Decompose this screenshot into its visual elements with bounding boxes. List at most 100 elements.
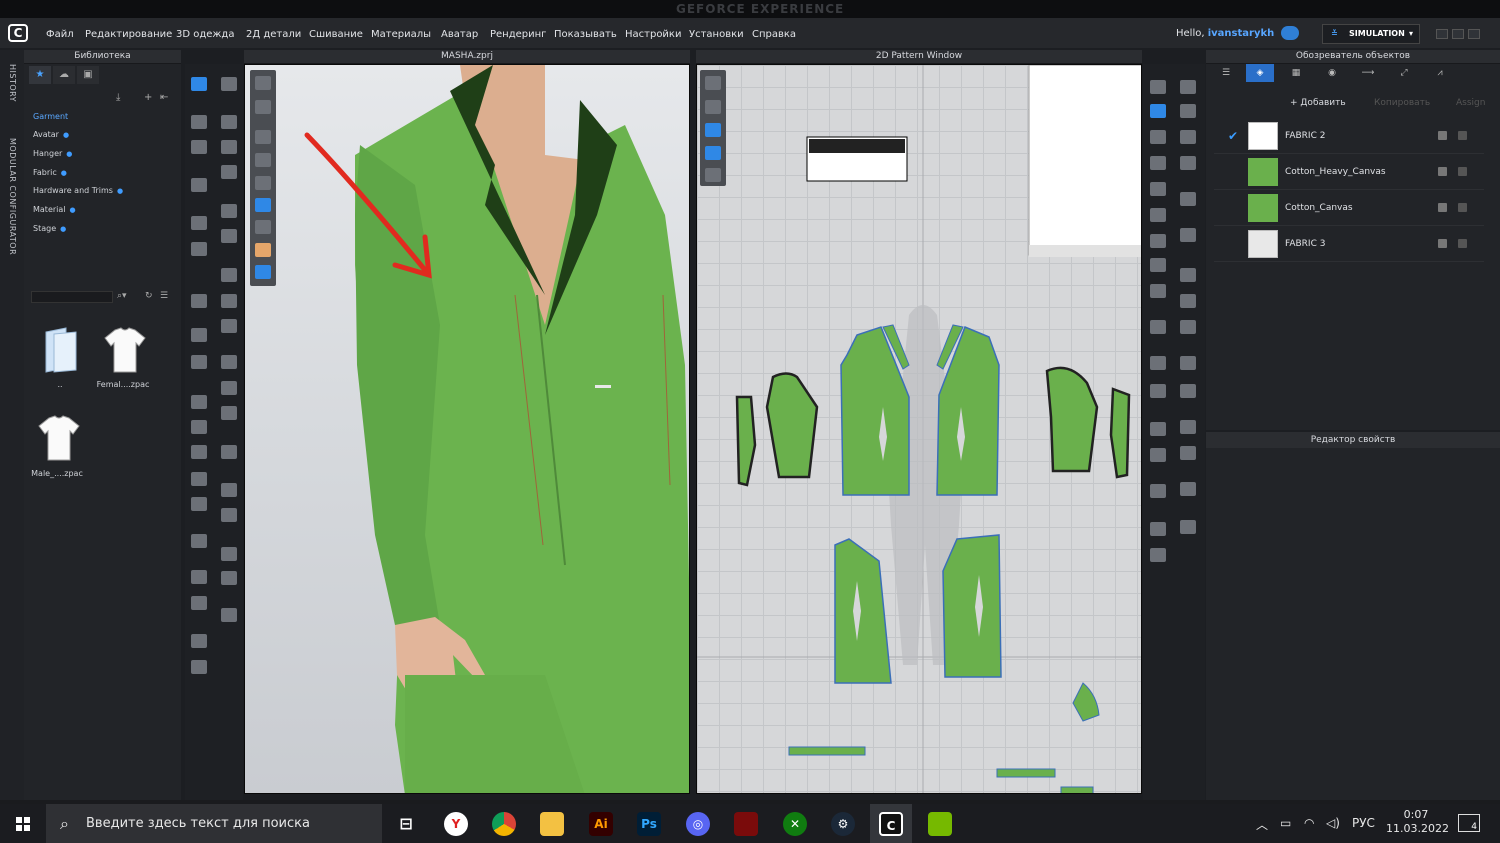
graphic-2d-icon[interactable] [1150,522,1166,536]
offset-icon[interactable] [1150,208,1166,222]
volume-icon[interactable]: ◁) [1326,816,1340,830]
square-icon[interactable] [221,571,237,585]
trim-2d-icon[interactable] [1180,482,1196,496]
edit-icon[interactable] [1438,167,1447,176]
arrangement-view-icon[interactable] [255,220,271,234]
strengthen-icon[interactable] [191,140,207,154]
add-folder-icon[interactable]: + [144,92,152,103]
measure-icon[interactable] [221,140,237,154]
polygon-tool-icon[interactable] [1150,130,1166,144]
fabric-row[interactable]: Cotton_Heavy_Canvas [1214,156,1484,190]
fabric-row[interactable]: ✔ FABRIC 2 [1214,120,1484,154]
menu-preferences[interactable]: Установки [689,29,744,40]
annotation-text-icon[interactable] [1150,422,1166,436]
menu-display[interactable]: Показывать [554,29,617,40]
topstitch-icon[interactable] [221,406,237,420]
add-button[interactable]: + Добавить [1290,98,1346,108]
cut-icon[interactable] [221,229,237,243]
texture-view-icon[interactable] [255,76,271,90]
pattern-display-icon[interactable] [705,76,721,90]
seam-line-icon[interactable] [221,204,237,218]
rectangle-tool-icon[interactable] [1180,130,1196,144]
menu-materials[interactable]: Материалы [371,29,431,40]
settings-dot-icon[interactable]: ● [117,187,123,195]
tshirt-icon[interactable] [37,414,81,462]
segment-sewing-icon[interactable] [1150,234,1166,248]
list-view-icon[interactable]: ☰ [160,291,168,301]
notification-center-icon[interactable]: 4 [1458,814,1480,832]
library-item-hanger[interactable]: Hanger ● [33,149,72,158]
settings-dot-icon[interactable]: ● [61,169,67,177]
annotation-icon[interactable] [1150,448,1166,462]
close-button[interactable] [1468,29,1480,39]
menu-2d-pattern[interactable]: 2Д детали [246,29,301,40]
piping-icon[interactable] [191,395,207,409]
nvidia-icon[interactable] [928,812,952,836]
2d-pattern-viewport[interactable] [696,64,1142,794]
globe-view-icon[interactable] [255,265,271,279]
fabric-icon[interactable] [221,294,237,308]
steam-icon[interactable]: ⚙ [831,812,855,836]
zipper-tab-icon[interactable]: ⤢ [1390,64,1418,82]
search-icon[interactable]: ⌕▾ [117,291,127,301]
ruler-icon[interactable] [1180,356,1196,370]
favorites-icon[interactable]: ★ [29,66,51,84]
free-sewing-icon[interactable] [1150,258,1166,272]
simulation-mode-dropdown[interactable]: ≚ SIMULATION ▾ [1322,24,1420,44]
tack-icon[interactable] [1150,284,1166,298]
avatar-view-icon[interactable] [255,176,271,190]
stitch-view-icon[interactable] [255,153,271,167]
menu-file[interactable]: Файл [46,29,74,40]
clo3d-icon[interactable]: C [879,812,903,836]
menu-settings[interactable]: Настройки [625,29,681,40]
username[interactable]: ivanstarykh [1208,28,1275,39]
library-search-input[interactable] [31,291,113,303]
clock[interactable]: 0:07 11.03.2022 [1386,808,1449,836]
texture-edit-icon[interactable] [1180,294,1196,308]
button-icon[interactable] [221,355,237,369]
delete-icon[interactable] [1458,167,1467,176]
avatar-measure-icon[interactable] [191,472,207,486]
symmetry-icon[interactable] [191,534,207,548]
history-tab[interactable]: HISTORY [8,64,17,102]
game-app-icon[interactable] [734,812,758,836]
line-icon[interactable] [191,328,207,342]
settings-dot-icon[interactable]: ● [70,206,76,214]
puckering-icon[interactable] [191,420,207,434]
topstitch-tab-icon[interactable]: ⟶ [1354,64,1382,82]
discord-icon[interactable]: ◎ [686,812,710,836]
photoshop-icon[interactable]: Ps [637,812,661,836]
edit-icon[interactable] [1438,131,1447,140]
hanger-icon[interactable] [191,497,207,511]
yandex-browser-icon[interactable]: Y [444,812,468,836]
select-move-icon[interactable] [191,77,207,91]
cloud-icon[interactable] [1281,26,1299,40]
fabric-display-icon[interactable] [705,146,721,160]
taskbar-search-input[interactable]: ⌕ Введите здесь текст для поиска [46,804,382,843]
edit-point-icon[interactable] [1150,104,1166,118]
grid-icon[interactable] [1150,484,1166,498]
cloud-library-icon[interactable]: ☁ [53,66,75,84]
library-item-stage[interactable]: Stage ● [33,224,66,233]
assign-button[interactable]: Assign [1456,98,1485,108]
windows-start-icon[interactable] [0,804,46,843]
measure-2d-icon[interactable] [1150,384,1166,398]
button-2d-icon[interactable] [1180,520,1196,534]
notch-icon[interactable] [1180,420,1196,434]
copy-button[interactable]: Копировать [1374,98,1430,108]
minimize-button[interactable] [1436,29,1448,39]
menu-avatar[interactable]: Аватар [441,29,478,40]
pattern-texture-icon[interactable] [1180,320,1196,334]
refresh-icon[interactable]: ↻ [145,291,153,301]
menu-sewing[interactable]: Сшивание [309,29,363,40]
brush-icon[interactable] [221,268,237,282]
fold-tool-icon[interactable] [191,570,207,584]
garment-view-icon[interactable] [255,100,271,114]
delete-icon[interactable] [1458,239,1467,248]
maximize-button[interactable] [1452,29,1464,39]
zipper-icon[interactable] [191,355,207,369]
library-item-hardware[interactable]: Hardware and Trims ● [33,186,123,195]
zipper-2d-icon[interactable] [1150,548,1166,562]
library-item-material[interactable]: Material ● [33,205,76,214]
grading-icon[interactable] [1150,356,1166,370]
